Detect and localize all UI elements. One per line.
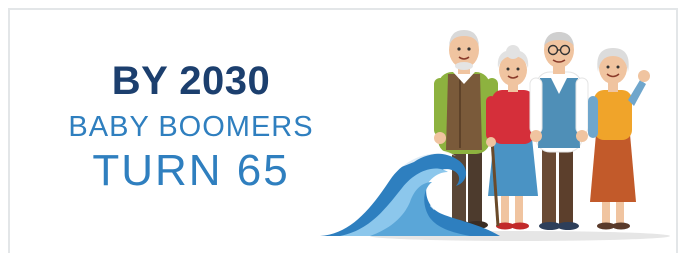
subline-baby-boomers: BABY BOOMERS [68, 111, 314, 143]
subline-turn-65: TURN 65 [92, 146, 290, 196]
headline: BY 2030 [111, 59, 271, 103]
banner-text: BY 2030 BABY BOOMERS TURN 65 [36, 60, 346, 195]
elderly-man-blue-sweater [529, 32, 589, 230]
elderly-woman-waving [588, 48, 650, 230]
banner-card: BY 2030 BABY BOOMERS TURN 65 [8, 8, 678, 253]
elderly-group-with-wave-illustration [320, 30, 670, 241]
